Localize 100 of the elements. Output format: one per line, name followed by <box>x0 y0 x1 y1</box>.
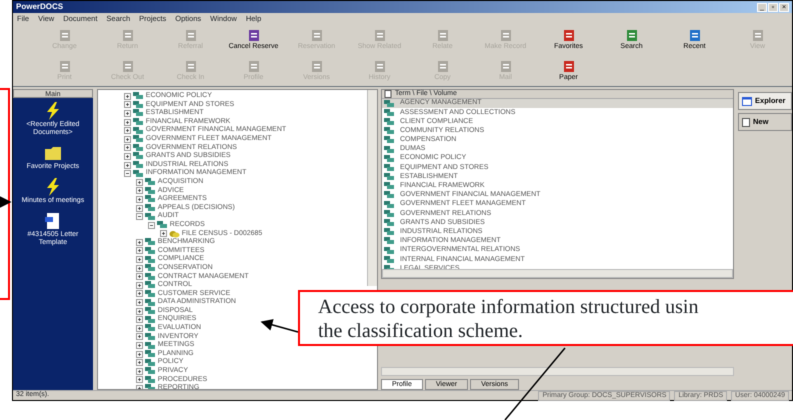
term-icon <box>144 195 156 204</box>
expand-icon[interactable] <box>136 238 143 246</box>
window-icon <box>742 96 752 106</box>
expand-icon[interactable] <box>124 101 131 108</box>
expand-icon[interactable] <box>136 204 143 212</box>
expand-icon[interactable] <box>124 152 131 160</box>
term-icon <box>384 136 395 144</box>
term-icon <box>132 118 144 126</box>
expand-icon[interactable] <box>160 230 167 238</box>
document-icon <box>372 28 386 42</box>
expand-icon[interactable] <box>136 333 143 340</box>
term-icon <box>384 200 395 209</box>
expand-icon[interactable] <box>124 92 131 100</box>
term-icon <box>144 238 156 246</box>
term-icon <box>384 182 395 190</box>
scrollbar[interactable] <box>381 367 734 376</box>
expand-icon[interactable] <box>124 110 131 117</box>
expand-icon[interactable] <box>136 376 143 384</box>
expand-icon[interactable] <box>136 187 143 194</box>
term-icon <box>144 256 156 264</box>
document-icon <box>742 118 750 126</box>
expand-icon[interactable] <box>136 290 143 298</box>
term-icon <box>144 350 156 358</box>
term-icon <box>132 161 144 170</box>
expand-icon[interactable] <box>124 136 131 143</box>
expand-icon[interactable] <box>136 350 143 358</box>
expand-icon[interactable] <box>124 118 131 126</box>
expand-icon[interactable] <box>124 162 131 169</box>
term-icon <box>144 332 156 341</box>
arrow <box>260 319 298 333</box>
file-icon <box>168 230 180 238</box>
expand-icon[interactable] <box>136 368 143 375</box>
collapse-icon[interactable] <box>136 213 143 220</box>
term-icon <box>132 152 144 160</box>
expand-icon[interactable] <box>136 324 143 332</box>
term-icon <box>144 358 156 367</box>
document-icon <box>58 60 72 72</box>
term-icon <box>384 100 395 108</box>
scrollbar[interactable] <box>367 90 377 286</box>
term-icon <box>384 228 395 236</box>
expand-icon[interactable] <box>136 178 143 186</box>
document-icon <box>120 60 134 72</box>
expand-icon[interactable] <box>124 144 131 152</box>
term-icon <box>144 281 156 290</box>
term-icon <box>384 173 395 182</box>
term-icon <box>144 316 156 324</box>
expand-icon[interactable] <box>136 316 143 324</box>
term-icon <box>384 210 395 218</box>
expand-icon[interactable] <box>124 127 131 134</box>
expand-icon[interactable] <box>136 273 143 280</box>
term-icon <box>384 164 395 172</box>
collapse-icon[interactable] <box>124 170 131 178</box>
expand-icon[interactable] <box>136 359 143 366</box>
term-icon <box>156 221 168 230</box>
document-icon <box>562 28 576 42</box>
expand-icon[interactable] <box>136 342 143 350</box>
document-icon <box>436 28 450 42</box>
expand-icon[interactable] <box>136 196 143 203</box>
term-icon <box>144 342 156 350</box>
term-icon <box>144 324 156 332</box>
document-icon <box>498 28 512 42</box>
term-icon <box>144 264 156 272</box>
term-icon <box>144 246 156 255</box>
document-icon <box>184 28 198 42</box>
expand-icon[interactable] <box>136 247 143 254</box>
term-icon <box>144 307 156 316</box>
term-icon <box>384 237 395 246</box>
term-icon <box>132 126 144 135</box>
term-icon <box>132 144 144 152</box>
term-icon <box>132 92 144 100</box>
document-icon <box>750 28 764 42</box>
document-icon <box>436 60 450 72</box>
document-icon <box>310 28 324 42</box>
term-icon <box>384 127 395 136</box>
term-icon <box>384 191 395 200</box>
collapse-icon[interactable] <box>148 222 155 229</box>
term-icon <box>144 298 156 307</box>
document-icon <box>562 60 576 72</box>
document-icon <box>184 60 198 72</box>
document-icon <box>246 60 260 72</box>
document-icon <box>310 60 324 72</box>
expand-icon[interactable] <box>136 264 143 272</box>
document-icon <box>246 28 260 42</box>
term-icon <box>132 100 144 109</box>
term-icon <box>384 154 395 163</box>
term-icon <box>144 367 156 376</box>
scrollbar[interactable] <box>382 269 734 278</box>
expand-icon[interactable] <box>136 256 143 264</box>
document-icon <box>624 28 638 42</box>
term-icon <box>132 135 144 144</box>
term-icon <box>132 170 144 178</box>
expand-icon[interactable] <box>136 299 143 306</box>
expand-icon[interactable] <box>136 282 143 289</box>
document-icon <box>120 28 134 42</box>
term-icon <box>384 108 395 117</box>
expand-icon[interactable] <box>136 308 143 315</box>
document-icon <box>58 28 72 42</box>
term-icon <box>144 178 156 186</box>
callout-text: Access to corporate information structured usin the classification scheme. <box>298 290 793 346</box>
document-icon <box>688 28 702 42</box>
